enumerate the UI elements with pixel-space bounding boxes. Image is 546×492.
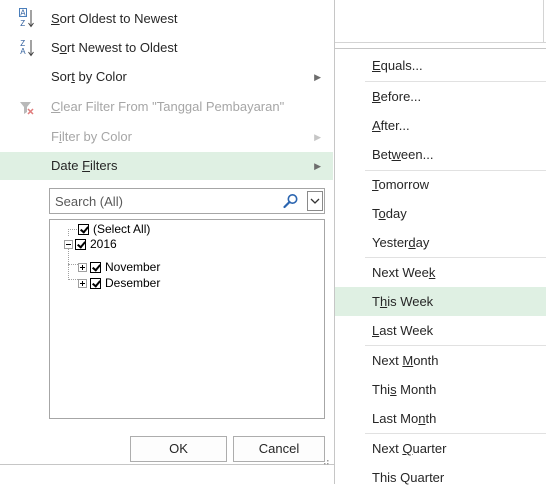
cancel-button[interactable]: Cancel [233,436,325,462]
date-filter-this-month[interactable]: This Month [335,375,546,404]
expand-icon[interactable] [78,279,87,288]
checkbox-month[interactable] [90,278,101,289]
this-quarter-label: This Quarter [372,470,445,485]
search-dropdown-button[interactable] [307,191,323,211]
sort-by-color[interactable]: Sort by Color ▶ [0,63,333,91]
submenu-arrow-icon: ▶ [314,161,321,171]
after-label: After... [372,118,410,133]
last-month-label: Last Month [372,411,437,426]
autofilter-dropdown: A Z Sort Oldest to Newest Z A Sort Newes… [0,0,335,465]
clear-filter[interactable]: Clear Filter From "Tanggal Pembayaran" [0,93,333,121]
date-filter-after[interactable]: After... [335,111,546,140]
sort-oldest-label: Sort Oldest to Newest [51,11,178,26]
worksheet-gridline [543,0,544,42]
expand-icon[interactable] [78,263,87,272]
date-filters-label: Date Filters [51,158,118,173]
search-field[interactable] [49,188,325,214]
search-input[interactable] [51,190,277,212]
between-label: Between... [372,147,434,162]
checkbox-select-all[interactable] [78,224,89,235]
month-label: November [105,260,161,274]
svg-text:Z: Z [20,19,25,28]
equals-label: Equals... [372,58,423,73]
filter-by-color[interactable]: Filter by Color ▶ [0,123,333,151]
yesterday-label: Yesterday [372,235,430,250]
submenu-arrow-icon: ▶ [314,72,321,82]
this-week-label: This Week [372,294,434,309]
checkbox-year[interactable] [75,239,86,250]
next-week-label: Next Week [372,265,436,280]
clear-filter-icon [19,93,35,121]
date-filter-next-week[interactable]: Next Week [335,258,546,287]
checkbox-month[interactable] [90,262,101,273]
last-week-label: Last Week [372,323,434,338]
year-label: 2016 [90,237,117,251]
date-filters[interactable]: Date Filters ▶ [0,152,333,180]
today-label: Today [372,206,407,221]
chevron-down-icon [310,198,320,204]
before-label: Before... [372,89,422,104]
tomorrow-label: Tomorrow [372,177,430,192]
date-filter-today[interactable]: Today [335,199,546,228]
date-filter-this-quarter[interactable]: This Quarter [335,463,546,492]
svg-text:A: A [20,47,26,56]
search-icon[interactable] [283,193,299,209]
month-label: Desember [105,276,161,290]
tree-connector [68,264,78,265]
date-filter-next-month[interactable]: Next Month [335,346,546,375]
sort-ascending-icon: A Z [19,5,35,33]
date-filter-this-week[interactable]: This Week [335,287,546,316]
sort-newest-to-oldest[interactable]: Z A Sort Newest to Oldest [0,34,333,62]
date-filter-between[interactable]: Between... [335,140,546,169]
this-month-label: This Month [372,382,437,397]
date-filters-submenu: Equals... Before... After... Between... … [334,48,546,485]
clear-filter-label: Clear Filter From "Tanggal Pembayaran" [51,99,285,114]
tree-connector [68,279,78,280]
tree-connector [68,229,77,230]
date-filter-yesterday[interactable]: Yesterday [335,228,546,257]
filter-by-color-label: Filter by Color [51,129,132,144]
sort-by-color-label: Sort by Color [51,69,127,84]
sort-oldest-to-newest[interactable]: A Z Sort Oldest to Newest [0,5,333,33]
collapse-icon[interactable] [64,240,73,249]
select-all-label: (Select All) [93,222,151,236]
date-filter-equals[interactable]: Equals... [335,51,546,80]
worksheet-cell-area [334,0,546,43]
date-filter-tomorrow[interactable]: Tomorrow [335,170,546,199]
resize-grip-icon[interactable] [321,453,329,465]
date-filter-before[interactable]: Before... [335,82,546,111]
date-filter-next-quarter[interactable]: Next Quarter [335,434,546,463]
filter-value-tree: (Select All) 2016 November Desember [49,219,325,419]
date-filter-last-week[interactable]: Last Week [335,316,546,345]
ok-button[interactable]: OK [130,436,227,462]
tree-connector [68,229,69,236]
sort-newest-label: Sort Newest to Oldest [51,40,178,55]
sort-descending-icon: Z A [19,34,35,62]
svg-text:A: A [20,8,26,17]
next-month-label: Next Month [372,353,439,368]
next-quarter-label: Next Quarter [372,441,447,456]
date-filter-last-month[interactable]: Last Month [335,404,546,433]
submenu-arrow-icon: ▶ [314,132,321,142]
